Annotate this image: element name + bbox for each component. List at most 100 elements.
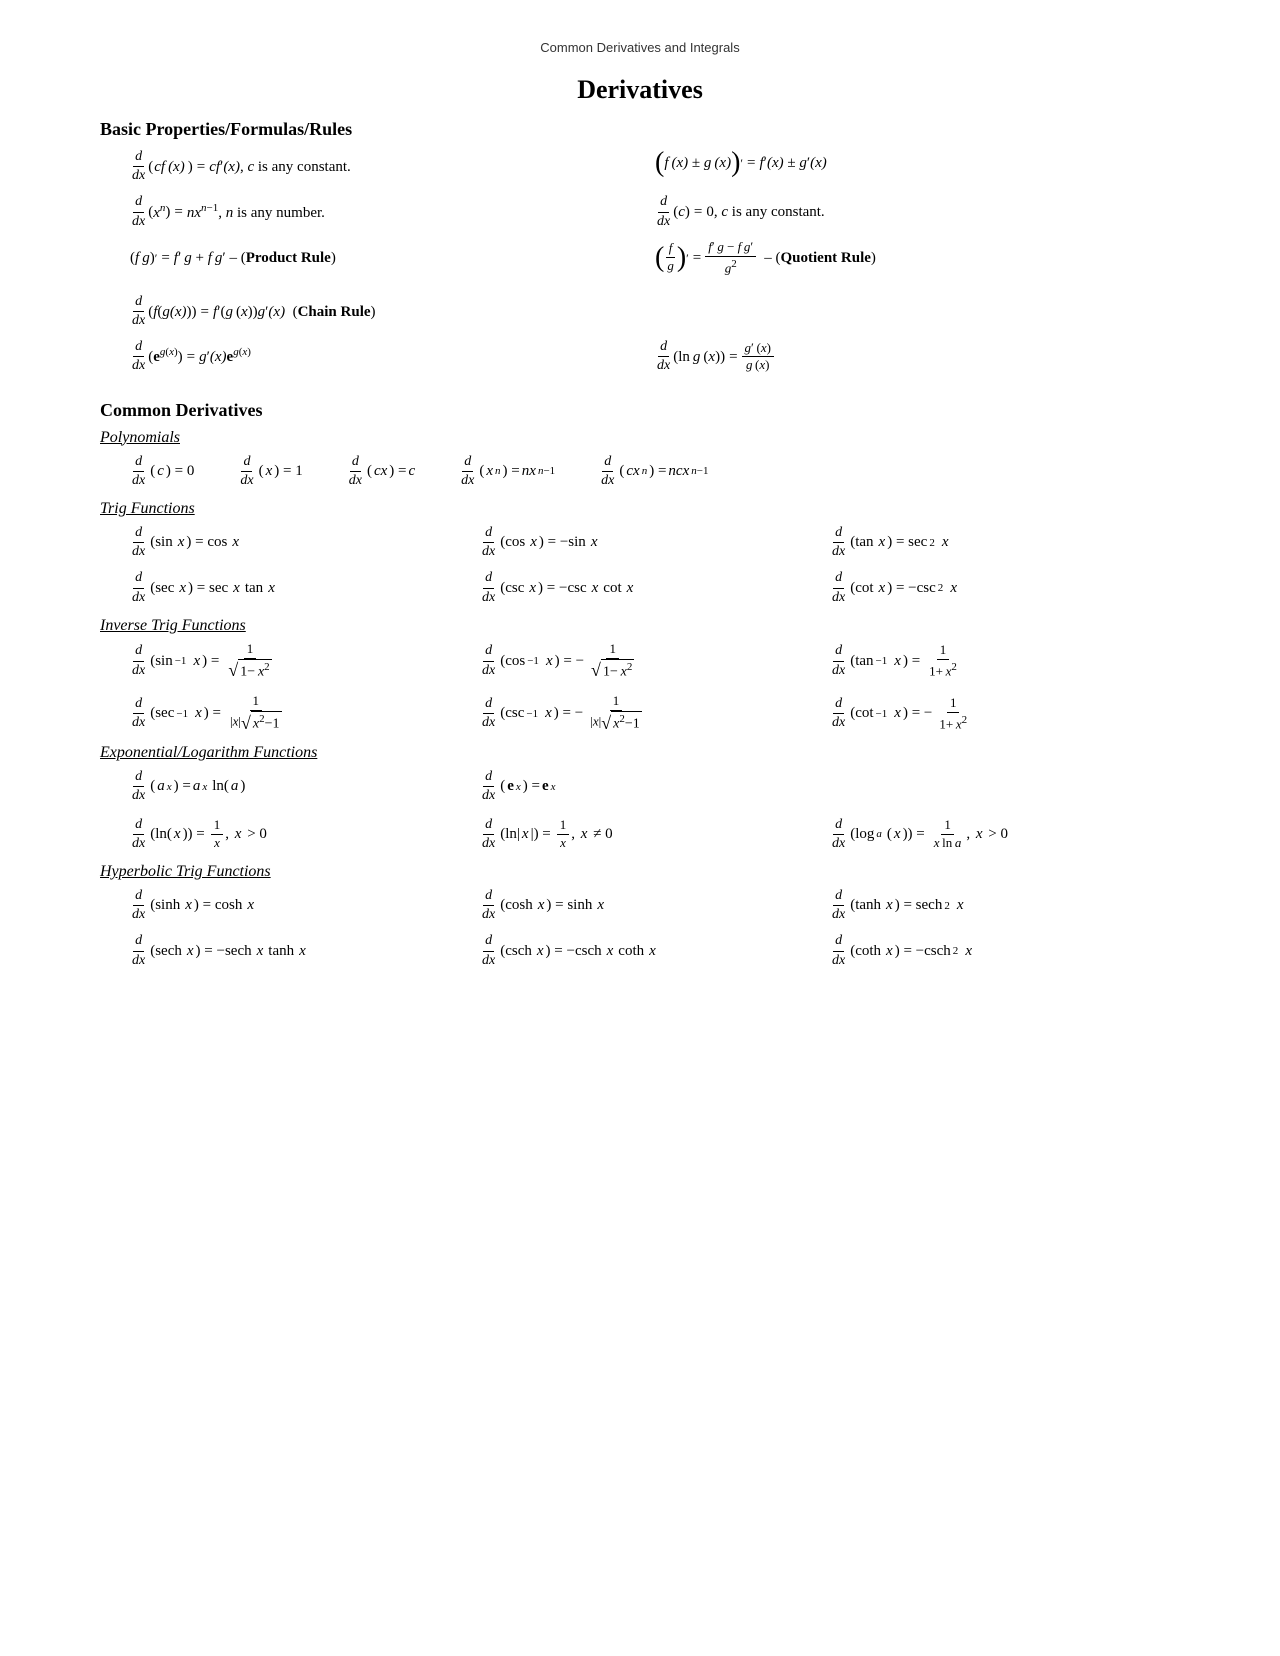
trig-d-sec: d dx — [130, 569, 147, 606]
inv-cos-frac: 1 √ 1− x2 — [588, 641, 637, 682]
poly-d3-bot: dx — [347, 472, 364, 490]
inv-d-cos: d dx — [480, 642, 497, 679]
cf-expr: cf — [154, 152, 165, 182]
hyp-coth: d dx (coth x) = −csch2 x — [830, 932, 1180, 969]
quot-result-bot: g2 — [722, 257, 740, 277]
ln-expr: ln g (x) — [678, 342, 720, 372]
inv-trig-subsection: Inverse Trig Functions d dx (sin−1 x) = … — [100, 617, 1180, 734]
basic-r5-right: d dx ( ln g (x) ) = g′ (x) g (x) — [655, 338, 1180, 383]
basic-r2-left: d dx ( xn ) = nxn−1, n is any number. — [130, 193, 655, 238]
trig-sec: d dx (sec x) = sec x tan x — [130, 569, 480, 606]
exp-paren-r: ) — [178, 342, 183, 372]
dc-expr: c — [678, 197, 685, 227]
log-lnabs: d dx (ln|x|) = 1 x , x ≠ 0 — [480, 816, 830, 853]
d-bot-chain: dx — [130, 312, 147, 330]
basic-r3-left: (f g) ′ = f′ g + f g′ – (Product Rule) — [130, 243, 655, 281]
exp-ax: d dx (ax) = ax ln(a) — [130, 768, 480, 805]
formula-exp-gx: d dx ( eg(x) ) = g′(x)eg(x) — [130, 338, 655, 375]
sum-paren-r: ) — [731, 149, 740, 177]
trig-d-sin: d dx — [130, 524, 147, 561]
trig-subsection: Trig Functions d dx (sin x) = cos x — [100, 500, 1180, 607]
log-d-loga: d dx — [830, 816, 847, 853]
trig-sin: d dx (sin x) = cos x — [130, 524, 480, 561]
poly-d5-top: d — [602, 453, 613, 472]
sum-eq: = — [747, 148, 755, 178]
basic-r5-left: d dx ( eg(x) ) = g′(x)eg(x) — [130, 338, 655, 383]
inv-cos: d dx (cos−1 x) = − 1 √ 1− x2 — [480, 641, 830, 682]
log-d-lnabs: d dx — [480, 816, 497, 853]
d-top-exp: d — [133, 338, 144, 357]
poly-d5-bot: dx — [599, 472, 616, 490]
log-ln-frac: 1 x — [211, 817, 224, 852]
dc-result: 0, c is any constant. — [706, 197, 824, 227]
page-header: Common Derivatives and Integrals — [100, 40, 1180, 55]
d-bot-ln: dx — [655, 357, 672, 375]
hyp-title: Hyperbolic Trig Functions — [100, 863, 1180, 881]
poly-d4-bot: dx — [459, 472, 476, 490]
poly-d4: d dx — [459, 453, 476, 490]
ln-paren-r: ) — [720, 342, 725, 372]
quot-prime: ′ — [686, 246, 689, 270]
poly-d2: d dx — [238, 453, 255, 490]
common-derivatives-section: Common Derivatives Polynomials d dx (c) … — [100, 400, 1180, 970]
hyp-tanh: d dx (tanh x) = sech2 x — [830, 887, 1180, 924]
polynomials-title: Polynomials — [100, 429, 1180, 447]
d-bot-exp: dx — [130, 357, 147, 375]
poly-formulas: d dx (c) = 0 d dx (x) = 1 — [130, 453, 1180, 490]
chain-paren3: )) — [187, 297, 197, 327]
log-loga-frac: 1 x ln a — [931, 817, 965, 852]
d-bot-1: dx — [130, 167, 147, 185]
explog-subsection: Exponential/Logarithm Functions d dx (ax… — [100, 744, 1180, 853]
explog-formulas: d dx (ax) = ax ln(a) d dx (ex) = ex — [130, 768, 1180, 853]
d-op-c: d dx — [655, 193, 672, 230]
formula-cf: d dx ( cf (x) ) = cf′(x), c is any const… — [130, 148, 655, 185]
trig-title: Trig Functions — [100, 500, 1180, 518]
basic-row2: d dx ( xn ) = nxn−1, n is any number. — [130, 193, 1180, 238]
inv-d-csc: d dx — [480, 695, 497, 732]
ln-result-bot: g (x) — [743, 357, 773, 374]
inv-cot-frac: 1 1+ x2 — [936, 695, 970, 733]
d-bot-c: dx — [655, 213, 672, 231]
trig-csc: d dx (csc x) = −csc x cot x — [480, 569, 830, 606]
product-rule-label: – (Product Rule) — [229, 243, 335, 273]
inv-csc: d dx (csc−1 x) = − 1 |x| √ x2−1 — [480, 693, 830, 734]
exp-d-ex: d dx — [480, 768, 497, 805]
sum-result: f′(x) ± g′(x) — [760, 148, 827, 178]
quotient-rule-label: – (Quotient Rule) — [764, 243, 876, 273]
basic-formulas: d dx ( cf (x) ) = cf′(x), c is any const… — [130, 148, 1180, 384]
exp-d-ax: d dx — [130, 768, 147, 805]
quot-eq: = — [693, 243, 701, 273]
log-ln: d dx (ln(x)) = 1 x , x > 0 — [130, 816, 480, 853]
ln-result-frac: g′ (x) g (x) — [742, 340, 774, 375]
poly-d4-top: d — [462, 453, 473, 472]
hyp-sech: d dx (sech x) = −sech x tanh x — [130, 932, 480, 969]
inv-trig-row2: d dx (sec−1 x) = 1 |x| √ x2−1 — [130, 693, 1180, 734]
hyp-row2: d dx (sech x) = −sech x tanh x d dx (csc… — [130, 932, 1180, 969]
cf-eq: = — [197, 152, 205, 182]
quot-result-top: f′ g − f g′ — [705, 239, 756, 257]
poly-dcxn: d dx (cxn) = ncxn−1 — [599, 453, 708, 490]
inv-sin-frac: 1 √ 1− x2 — [225, 641, 274, 682]
sum-expr: f (x) ± g (x) — [664, 148, 731, 178]
inv-csc-frac: 1 |x| √ x2−1 — [587, 693, 645, 734]
quot-frac: f g — [664, 240, 677, 275]
hyp-csch: d dx (csch x) = −csch x coth x — [480, 932, 830, 969]
polynomials-subsection: Polynomials d dx (c) = 0 — [100, 429, 1180, 490]
trig-row2: d dx (sec x) = sec x tan x d dx (csc x) … — [130, 569, 1180, 606]
trig-cos: d dx (cos x) = −sin x — [480, 524, 830, 561]
poly-dcx: d dx (cx) = c — [347, 453, 415, 490]
hyp-d-cosh: d dx — [480, 887, 497, 924]
chain-rule-label: (Chain Rule) — [293, 297, 376, 327]
inv-trig-title: Inverse Trig Functions — [100, 617, 1180, 635]
quot-paren-r: ) — [677, 244, 686, 272]
d-op-xn: d dx — [130, 193, 147, 230]
d-op-ln: d dx — [655, 338, 672, 375]
xn-eq: = — [174, 197, 182, 227]
basic-r1-left: d dx ( cf (x) ) = cf′(x), c is any const… — [130, 148, 655, 193]
poly-d1: d dx — [130, 453, 147, 490]
inv-tan-frac: 1 1+ x2 — [926, 642, 960, 680]
d-top-xn: d — [133, 193, 144, 212]
poly-d5: d dx — [599, 453, 616, 490]
d-top-c: d — [658, 193, 669, 212]
main-title: Derivatives — [100, 75, 1180, 105]
